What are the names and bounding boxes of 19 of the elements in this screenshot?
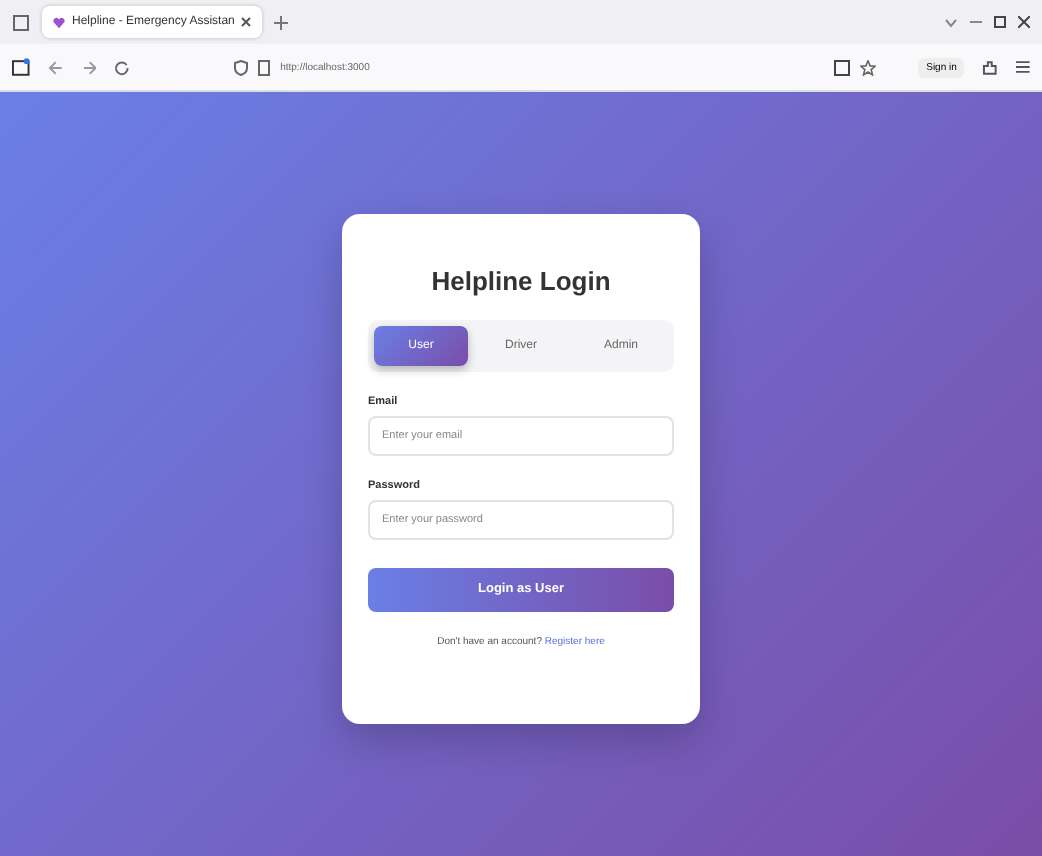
star-icon[interactable] [860,59,877,75]
close-icon[interactable] [240,16,253,28]
back-icon[interactable] [47,59,64,75]
page-icon [258,59,271,75]
new-tab-icon[interactable] [274,15,289,29]
forward-icon[interactable] [81,59,97,75]
heart-icon [52,15,66,29]
reload-icon[interactable] [114,59,131,75]
minimize-icon[interactable] [970,16,982,28]
close-icon[interactable] [1018,16,1030,28]
sidebar-icon[interactable] [12,58,30,76]
login-title: Helpline Login [429,265,613,295]
chevron-down-icon[interactable] [944,17,958,27]
menu-icon[interactable] [1016,60,1030,74]
extensions-icon[interactable] [982,59,999,75]
reader-view-icon[interactable] [834,59,851,75]
tab-list-icon[interactable] [12,13,30,31]
shield-icon [234,59,249,75]
maximize-icon[interactable] [994,16,1006,28]
